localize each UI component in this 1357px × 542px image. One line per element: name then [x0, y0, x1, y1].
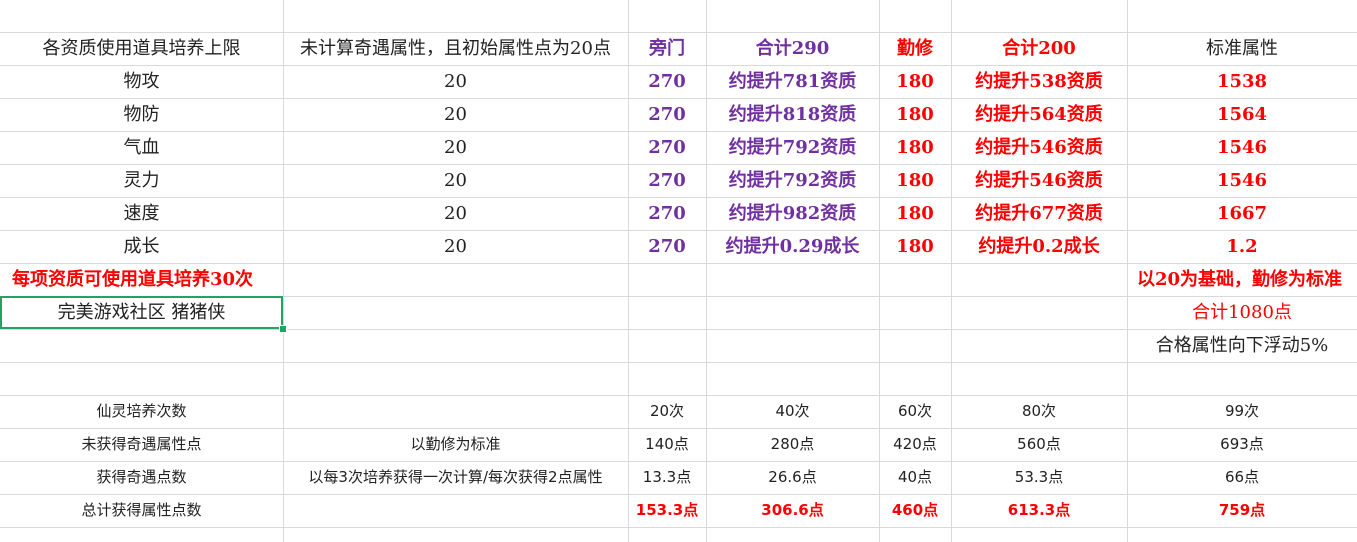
bottom-note-cell[interactable]: 以每3次培养获得一次计算/每次获得2点属性 [283, 461, 628, 494]
attr-name-cell[interactable]: 气血 [0, 131, 283, 164]
bottom-cell[interactable]: 693点 [1127, 428, 1357, 461]
note-per-item-limit[interactable]: 每项资质可使用道具培养30次 [0, 263, 640, 296]
bottom-cell[interactable]: 280点 [706, 428, 879, 461]
attr-qinxiu-cell[interactable]: 180 [879, 131, 951, 164]
attr-qinxiu-boost-cell[interactable]: 约提升546资质 [951, 131, 1127, 164]
attr-qinxiu-cell[interactable]: 180 [879, 230, 951, 263]
bottom-total-cell[interactable]: 759点 [1127, 494, 1357, 527]
header-cell-quality-limit[interactable]: 各资质使用道具培养上限 [0, 32, 283, 65]
bottom-cell[interactable]: 99次 [1127, 395, 1357, 428]
attr-pangmen-boost-cell[interactable]: 约提升982资质 [706, 197, 879, 230]
bottom-cell[interactable]: 13.3点 [628, 461, 706, 494]
attr-qinxiu-boost-cell[interactable]: 约提升677资质 [951, 197, 1127, 230]
attr-pangmen-cell[interactable]: 270 [628, 65, 706, 98]
bottom-cell[interactable]: 66点 [1127, 461, 1357, 494]
attr-base-cell[interactable]: 20 [283, 98, 628, 131]
attr-pangmen-boost-cell[interactable]: 约提升781资质 [706, 65, 879, 98]
attr-qinxiu-cell[interactable]: 180 [879, 98, 951, 131]
attr-standard-cell[interactable]: 1538 [1127, 65, 1357, 98]
attr-standard-cell[interactable]: 1564 [1127, 98, 1357, 131]
bottom-cell[interactable]: 140点 [628, 428, 706, 461]
bottom-total-cell[interactable]: 613.3点 [951, 494, 1127, 527]
total-points-cell[interactable]: 合计1080点 [1127, 296, 1357, 329]
attr-base-cell[interactable]: 20 [283, 230, 628, 263]
attr-qinxiu-cell[interactable]: 180 [879, 164, 951, 197]
spreadsheet: 各资质使用道具培养上限 未计算奇遇属性，且初始属性点为20点 旁门 合计290 … [0, 0, 1357, 542]
fill-handle[interactable] [279, 325, 287, 333]
attr-standard-cell[interactable]: 1546 [1127, 164, 1357, 197]
header-cell-initial-points[interactable]: 未计算奇遇属性，且初始属性点为20点 [283, 32, 628, 65]
attr-qinxiu-cell[interactable]: 180 [879, 197, 951, 230]
attr-pangmen-boost-cell[interactable]: 约提升0.29成长 [706, 230, 879, 263]
attr-qinxiu-boost-cell[interactable]: 约提升546资质 [951, 164, 1127, 197]
bottom-cell[interactable]: 26.6点 [706, 461, 879, 494]
attr-base-cell[interactable]: 20 [283, 65, 628, 98]
bottom-label-encounter-points[interactable]: 获得奇遇点数 [0, 461, 283, 494]
bottom-cell[interactable]: 53.3点 [951, 461, 1127, 494]
attr-pangmen-boost-cell[interactable]: 约提升792资质 [706, 131, 879, 164]
attr-pangmen-cell[interactable]: 270 [628, 164, 706, 197]
bottom-cell[interactable]: 40点 [879, 461, 951, 494]
attr-qinxiu-cell[interactable]: 180 [879, 65, 951, 98]
attr-qinxiu-boost-cell[interactable]: 约提升0.2成长 [951, 230, 1127, 263]
attr-standard-cell[interactable]: 1.2 [1127, 230, 1357, 263]
bottom-cell[interactable]: 60次 [879, 395, 951, 428]
bottom-total-cell[interactable]: 306.6点 [706, 494, 879, 527]
tolerance-cell[interactable]: 合格属性向下浮动5% [1127, 329, 1357, 362]
bottom-cell[interactable]: 560点 [951, 428, 1127, 461]
attr-base-cell[interactable]: 20 [283, 164, 628, 197]
attr-name-cell[interactable]: 速度 [0, 197, 283, 230]
bottom-cell[interactable]: 420点 [879, 428, 951, 461]
bottom-total-cell[interactable]: 153.3点 [628, 494, 706, 527]
bottom-note-cell[interactable]: 以勤修为标准 [283, 428, 628, 461]
attr-pangmen-cell[interactable]: 270 [628, 197, 706, 230]
active-cell-selection [0, 296, 283, 329]
attr-name-cell[interactable]: 成长 [0, 230, 283, 263]
attr-name-cell[interactable]: 物防 [0, 98, 283, 131]
header-cell-qinxiu[interactable]: 勤修 [879, 32, 951, 65]
bottom-label-cultivations[interactable]: 仙灵培养次数 [0, 395, 283, 428]
attr-qinxiu-boost-cell[interactable]: 约提升538资质 [951, 65, 1127, 98]
note-basis[interactable]: 以20为基础，勤修为标准 [1127, 263, 1357, 296]
attr-pangmen-cell[interactable]: 270 [628, 98, 706, 131]
bottom-cell[interactable]: 40次 [706, 395, 879, 428]
bottom-cell[interactable]: 80次 [951, 395, 1127, 428]
attr-qinxiu-boost-cell[interactable]: 约提升564资质 [951, 98, 1127, 131]
header-cell-pangmen[interactable]: 旁门 [628, 32, 706, 65]
attr-standard-cell[interactable]: 1667 [1127, 197, 1357, 230]
header-cell-standard[interactable]: 标准属性 [1127, 32, 1357, 65]
attr-standard-cell[interactable]: 1546 [1127, 131, 1357, 164]
bottom-label-no-encounter[interactable]: 未获得奇遇属性点 [0, 428, 283, 461]
bottom-total-cell[interactable]: 460点 [879, 494, 951, 527]
attr-pangmen-cell[interactable]: 270 [628, 230, 706, 263]
bottom-cell[interactable]: 20次 [628, 395, 706, 428]
attr-base-cell[interactable]: 20 [283, 131, 628, 164]
attr-name-cell[interactable]: 灵力 [0, 164, 283, 197]
bottom-label-total-points[interactable]: 总计获得属性点数 [0, 494, 283, 527]
header-cell-qinxiu-total[interactable]: 合计200 [951, 32, 1127, 65]
grid-line [0, 527, 1357, 528]
grid-line [0, 362, 1357, 363]
attr-pangmen-cell[interactable]: 270 [628, 131, 706, 164]
attr-pangmen-boost-cell[interactable]: 约提升792资质 [706, 164, 879, 197]
header-cell-pangmen-total[interactable]: 合计290 [706, 32, 879, 65]
attr-base-cell[interactable]: 20 [283, 197, 628, 230]
attr-name-cell[interactable]: 物攻 [0, 65, 283, 98]
attr-pangmen-boost-cell[interactable]: 约提升818资质 [706, 98, 879, 131]
